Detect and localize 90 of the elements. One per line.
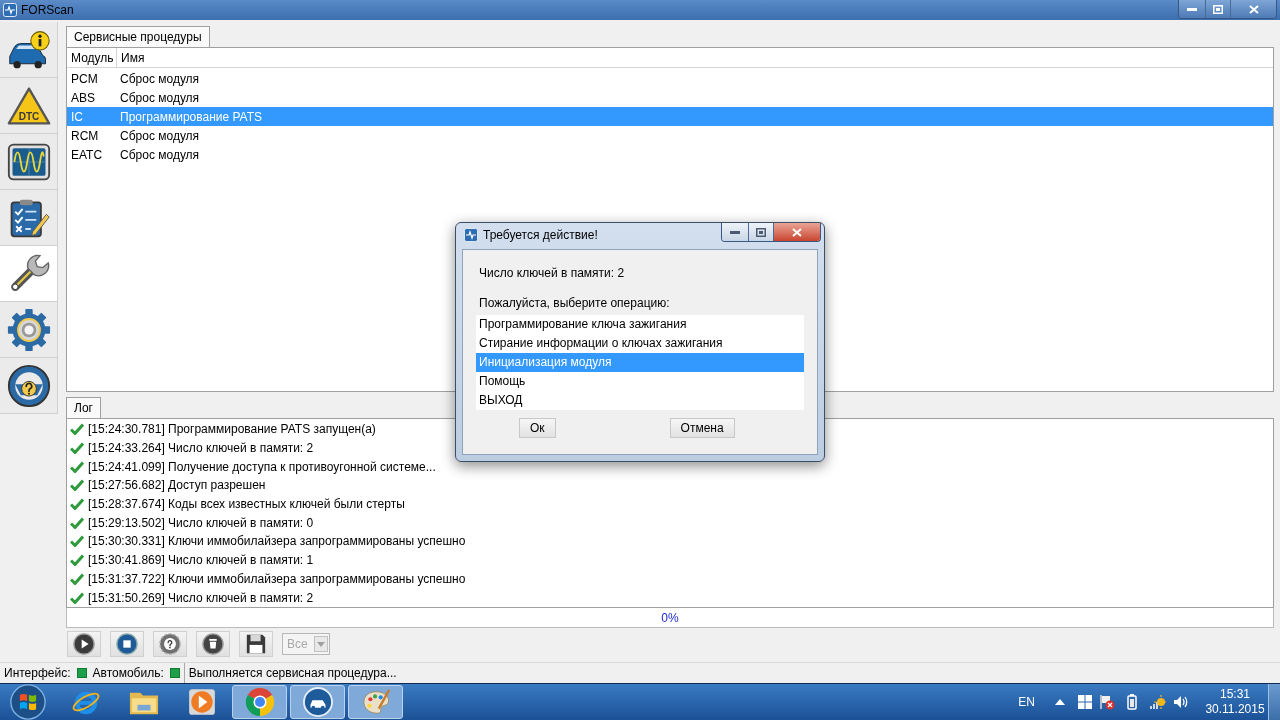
progress-reading: 0% [661, 609, 679, 627]
log-entry-text: [15:30:41.869] Число ключей в памяти: 1 [88, 552, 314, 570]
close-icon [792, 227, 802, 237]
status-label: Интерфейс: [4, 665, 71, 682]
signal-sun-icon[interactable] [1149, 694, 1167, 710]
battery-icon[interactable] [1127, 694, 1137, 710]
sidebar-tab[interactable] [0, 358, 58, 414]
restore-button[interactable] [1206, 0, 1231, 18]
sidebar-tab[interactable] [0, 190, 58, 246]
list-item[interactable]: Помощь [476, 372, 804, 391]
trash-icon [202, 633, 224, 655]
table-cell-text: ABS [70, 89, 96, 107]
list-item[interactable]: Программирование ключа зажигания [476, 315, 804, 334]
close-icon [1248, 4, 1259, 14]
log-entry-text: [15:29:13.502] Число ключей в памяти: 0 [88, 514, 314, 532]
close-button[interactable] [774, 223, 820, 241]
dialog-prompt-text: Пожалуйста, выберите операцию: [479, 295, 671, 311]
table-cell-text: EATC [70, 146, 104, 164]
flag-error-icon[interactable] [1099, 694, 1115, 710]
column-header[interactable]: Имя [117, 48, 1273, 67]
sidebar-tab[interactable] [0, 246, 58, 302]
list-item[interactable]: Стирание информации о ключах зажигания [476, 334, 804, 353]
sidebar-tab[interactable]: DTC [0, 78, 58, 134]
caret-up-icon[interactable] [1055, 699, 1065, 705]
gear-icon [6, 307, 51, 352]
log-entry-text: [15:30:30.331] Ключи иммобилайзера запрограммированы успешно [88, 533, 466, 551]
segmented-circle-icon [244, 687, 275, 717]
log-entry-text: [15:31:37.722] Ключи иммобилайзера запрограммированы успешно [88, 570, 466, 588]
sidebar-tab[interactable] [0, 134, 58, 190]
column-header[interactable]: Модуль [67, 48, 117, 67]
stop-icon [116, 633, 138, 655]
minimize-icon [1187, 7, 1197, 11]
log-entry-text: [15:24:41.099] Получение доступа к противоугонной системе... [88, 458, 436, 476]
app-pulse-icon [464, 228, 478, 242]
log-entry-text: [15:24:33.264] Число ключей в памяти: 2 [88, 440, 314, 458]
tab[interactable]: Сервисные процедуры [66, 26, 210, 47]
dialog-button[interactable]: Ок [519, 418, 556, 438]
table-cell-text: IC [70, 108, 84, 126]
clock-date[interactable]: 30.11.2015 [1205, 702, 1265, 717]
taskbar-app-button[interactable] [290, 685, 345, 719]
table-row[interactable]: RCM Сброс модуля [67, 126, 1273, 145]
play-icon [73, 633, 95, 655]
four-panes-icon[interactable] [1077, 694, 1093, 710]
clock-time[interactable]: 15:31 [1220, 687, 1250, 702]
log-entry-text: [15:27:56.682] Доступ разрешен [88, 477, 266, 495]
table-cell-text: Программирование PATS [119, 108, 263, 126]
flag-orb-icon [9, 684, 46, 720]
minimize-button[interactable] [722, 223, 749, 241]
table-cell-text: Сброс модуля [119, 146, 200, 164]
table-cell-text: Сброс модуля [119, 127, 200, 145]
car-circle-icon [302, 687, 333, 717]
save-icon [245, 633, 267, 655]
table-row[interactable]: ABS Сброс модуля [67, 88, 1273, 107]
maximize-icon [756, 227, 766, 237]
restore-icon [1213, 4, 1223, 14]
minimize-button[interactable] [1179, 0, 1206, 18]
dialog-title: Требуется действие! [483, 227, 598, 244]
toolbar-button[interactable] [110, 631, 144, 657]
tab[interactable]: Лог [66, 397, 101, 418]
help-icon [159, 633, 181, 655]
log-entry-text: [15:31:50.269] Число ключей в памяти: 2 [88, 589, 314, 607]
window-title: FORScan [21, 2, 74, 19]
table-cell-text: PCM [70, 70, 99, 88]
table-row[interactable]: EATC Сброс модуля [67, 145, 1273, 164]
list-item[interactable]: ВЫХОД [476, 391, 804, 410]
minimize-icon [730, 230, 740, 234]
toolbar-button[interactable] [153, 631, 187, 657]
dialog-info-text: Число ключей в памяти: 2 [479, 265, 626, 281]
language-indicator[interactable]: EN [1018, 693, 1035, 711]
toolbar-button[interactable] [196, 631, 230, 657]
toolbar-button[interactable] [67, 631, 101, 657]
steering-wheel-help-icon [6, 363, 51, 408]
status-label: Автомобиль: [92, 665, 164, 682]
show-desktop-button[interactable] [1268, 684, 1280, 720]
log-entry-text: [15:28:37.674] Коды всех известных ключей были стерты [88, 496, 405, 514]
toolbar-button[interactable] [239, 631, 273, 657]
taskbar-app-button[interactable] [232, 685, 287, 719]
dialog-button[interactable]: Отмена [669, 418, 735, 438]
speaker-icon[interactable] [1173, 694, 1189, 710]
app-pulse-icon [3, 3, 17, 17]
table-cell-text: RCM [70, 127, 100, 145]
log-entry-text: [15:24:30.781] Программирование PATS запущен(а) [88, 421, 376, 439]
table-row[interactable]: PCM Сброс модуля [67, 69, 1273, 88]
maximize-button[interactable] [749, 223, 774, 241]
table-cell-text: Сброс модуля [119, 70, 200, 88]
close-button[interactable] [1231, 0, 1276, 18]
table-cell-text: Сброс модуля [119, 89, 200, 107]
caret-down-icon [314, 636, 328, 652]
sidebar-tab[interactable] [0, 22, 58, 78]
palette-icon [360, 687, 391, 717]
